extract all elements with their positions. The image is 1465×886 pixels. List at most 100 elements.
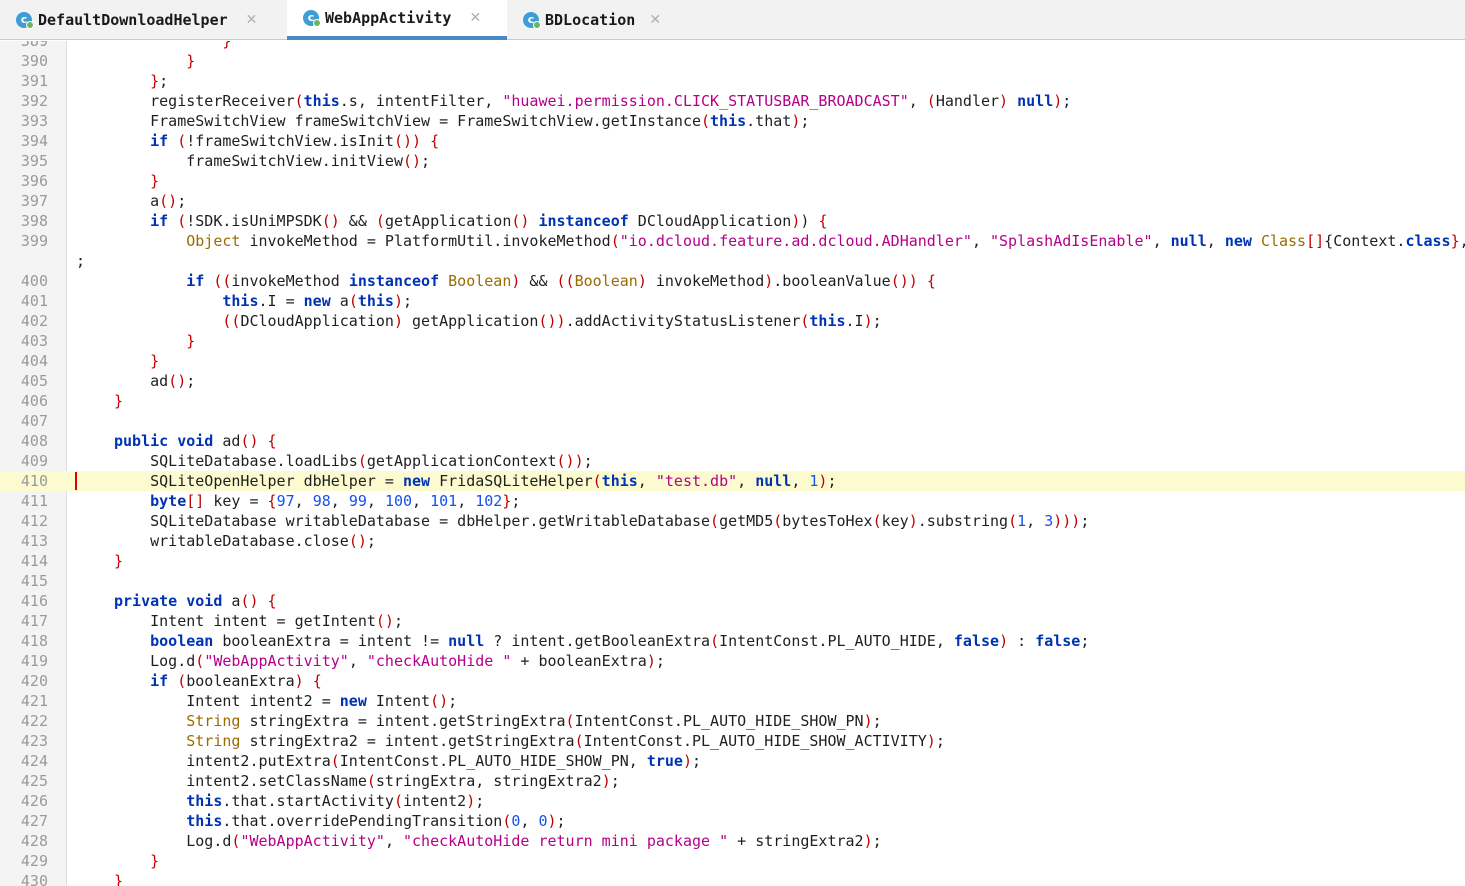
current-code-line[interactable]: 410 SQLiteOpenHelper dbHelper = new Frid… — [0, 471, 1465, 491]
code-line[interactable]: 397 a(); — [0, 191, 1465, 211]
code-token: ; — [655, 652, 665, 670]
code-line[interactable]: 430} — [0, 871, 1465, 886]
code-token: true — [646, 752, 683, 770]
line-number: 400 — [20, 272, 48, 290]
code-text: if (booleanExtra) { — [76, 671, 322, 691]
line-number: 424 — [20, 752, 48, 770]
code-token: } — [150, 852, 160, 870]
code-line[interactable]: 419 Log.d("WebAppActivity", "checkAutoHi… — [0, 651, 1465, 671]
code-token: .substring — [917, 512, 1009, 530]
code-token: ) — [466, 792, 476, 810]
code-line[interactable]: 399 Object invokeMethod = PlatformUtil.i… — [0, 231, 1465, 251]
code-text: ; — [76, 251, 85, 271]
code-line[interactable]: 427 this.that.overridePendingTransition(… — [0, 811, 1465, 831]
code-line[interactable]: 402 ((DCloudApplication) getApplication(… — [0, 311, 1465, 331]
tab-webappactivity[interactable]: c WebAppActivity ✕ — [287, 0, 507, 40]
code-token: ( — [195, 652, 205, 670]
code-line[interactable]: 391 }; — [0, 71, 1465, 91]
code-line[interactable]: 423 String stringExtra2 = intent.getStri… — [0, 731, 1465, 751]
code-token: Boolean — [448, 272, 512, 290]
code-line[interactable]: 426 this.that.startActivity(intent2); — [0, 791, 1465, 811]
code-token: IntentConst.PL_AUTO_HIDE, — [719, 632, 954, 650]
code-line[interactable]: 393 FrameSwitchView frameSwitchView = Fr… — [0, 111, 1465, 131]
code-token: ) — [637, 272, 647, 290]
code-line[interactable]: 396 } — [0, 171, 1465, 191]
code-line[interactable]: 403 } — [0, 331, 1465, 351]
code-line[interactable]: 416 private void a() { — [0, 591, 1465, 611]
code-token: { — [267, 492, 277, 510]
code-line[interactable]: 422 String stringExtra = intent.getStrin… — [0, 711, 1465, 731]
code-text: } — [76, 51, 195, 71]
code-line[interactable]: 418 boolean booleanExtra = intent != nul… — [0, 631, 1465, 651]
code-line[interactable]: 412 SQLiteDatabase writableDatabase = db… — [0, 511, 1465, 531]
code-token: ; — [827, 472, 837, 490]
close-icon[interactable]: ✕ — [469, 10, 481, 26]
code-token: void — [177, 432, 214, 450]
line-number: 418 — [20, 632, 48, 650]
code-line[interactable]: 392 registerReceiver(this.s, intentFilte… — [0, 91, 1465, 111]
tab-defaultdownloadhelper[interactable]: c DefaultDownloadHelper ✕ — [0, 0, 287, 40]
close-icon[interactable]: ✕ — [246, 12, 258, 28]
line-number: 396 — [20, 172, 48, 190]
code-line[interactable]: 401 this.I = new a(this); — [0, 291, 1465, 311]
code-line[interactable]: 421 Intent intent2 = new Intent(); — [0, 691, 1465, 711]
code-token: () — [375, 612, 394, 630]
code-line[interactable]: 413 writableDatabase.close(); — [0, 531, 1465, 551]
code-token: ) — [682, 752, 692, 770]
code-token: this — [186, 792, 223, 810]
code-text: frameSwitchView.initView(); — [76, 151, 430, 171]
code-token: key — [881, 512, 909, 530]
code-line[interactable]: 425 intent2.setClassName(stringExtra, st… — [0, 771, 1465, 791]
code-editor[interactable]: 389 } 390 } 391 }; 392 registerReceiver(thi… — [0, 41, 1465, 886]
code-line[interactable]: 406} — [0, 391, 1465, 411]
code-line[interactable]: 398 if (!SDK.isUniMPSDK() && (getApplica… — [0, 211, 1465, 231]
code-line[interactable]: 405 ad(); — [0, 371, 1465, 391]
line-number: 421 — [20, 692, 48, 710]
code-line[interactable]: 408 public void ad() { — [0, 431, 1465, 451]
code-line[interactable]: 414} — [0, 551, 1465, 571]
code-token: Boolean — [574, 272, 638, 290]
code-line[interactable]: 407 — [0, 411, 1465, 431]
code-line[interactable]: 429 } — [0, 851, 1465, 871]
code-token: 100 — [384, 492, 413, 510]
code-line[interactable]: 415 — [0, 571, 1465, 591]
line-number: 399 — [20, 232, 48, 250]
close-icon[interactable]: ✕ — [649, 12, 661, 28]
code-line[interactable]: 404 } — [0, 351, 1465, 371]
code-token: invokeMethod — [231, 272, 349, 290]
code-line[interactable]: 390 } — [0, 51, 1465, 71]
code-line[interactable]: 420 if (booleanExtra) { — [0, 671, 1465, 691]
line-number: 406 — [20, 392, 48, 410]
code-token: ; — [393, 612, 403, 630]
code-line[interactable]: 411 byte[] key = {97, 98, 99, 100, 101, … — [0, 491, 1465, 511]
code-line[interactable]: 395 frameSwitchView.initView(); — [0, 151, 1465, 171]
code-text: boolean booleanExtra = intent != null ? … — [76, 631, 1089, 651]
code-token: ( — [177, 212, 187, 230]
code-token: ) — [999, 92, 1009, 110]
code-line[interactable]: 409 SQLiteDatabase.loadLibs(getApplicati… — [0, 451, 1465, 471]
code-token: , — [737, 472, 756, 490]
code-token: ; — [610, 772, 620, 790]
class-icon: c — [303, 10, 321, 27]
code-line[interactable]: 394 if (!frameSwitchView.isInit()) { — [0, 131, 1465, 151]
code-token: : — [1008, 632, 1036, 650]
code-text: if ((invokeMethod instanceof Boolean) &&… — [76, 271, 936, 291]
code-line[interactable]: 428 Log.d("WebAppActivity", "checkAutoHi… — [0, 831, 1465, 851]
code-token: IntentConst.PL_AUTO_HIDE_SHOW_ACTIVITY — [583, 732, 927, 750]
code-token: .I — [845, 312, 864, 330]
code-line[interactable]: 389 } — [0, 41, 1465, 51]
code-line[interactable]: ; — [0, 251, 1465, 271]
code-text: byte[] key = {97, 98, 99, 100, 101, 102}… — [76, 491, 520, 511]
code-token: ( — [710, 512, 720, 530]
code-line[interactable]: 400 if ((invokeMethod instanceof Boolean… — [0, 271, 1465, 291]
line-number: 407 — [20, 412, 48, 430]
tab-bdlocation[interactable]: c BDLocation ✕ — [507, 0, 687, 40]
code-text: if (!frameSwitchView.isInit()) { — [76, 131, 439, 151]
code-line[interactable]: 424 intent2.putExtra(IntentConst.PL_AUTO… — [0, 751, 1465, 771]
code-token: } — [222, 41, 232, 50]
code-token: (( — [556, 272, 575, 290]
code-token: 101 — [430, 492, 458, 510]
code-line[interactable]: 417 Intent intent = getIntent(); — [0, 611, 1465, 631]
code-token: .s, intentFilter, — [339, 92, 503, 110]
